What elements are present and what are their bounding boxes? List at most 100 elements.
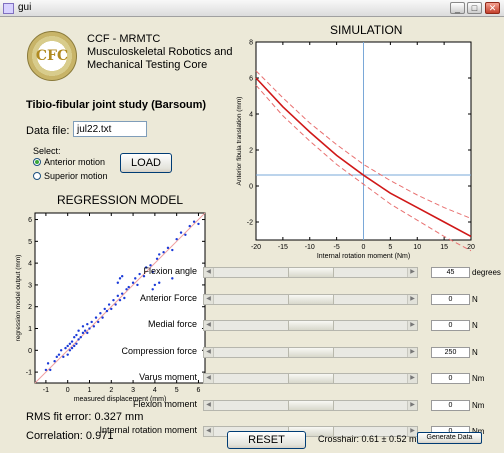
app-icon: [3, 3, 14, 14]
slider-thumb[interactable]: [287, 268, 334, 277]
parameter-slider[interactable]: ◀ ▶: [203, 373, 418, 384]
slider-left-arrow-icon[interactable]: ◀: [204, 321, 214, 330]
maximize-button[interactable]: □: [467, 2, 482, 14]
data-point: [171, 248, 174, 252]
data-point: [105, 309, 109, 313]
y-axis-label: Anterior fibula translation (mm): [236, 97, 243, 186]
slider-left-arrow-icon[interactable]: ◀: [204, 268, 214, 277]
data-point: [68, 349, 72, 352]
slider-thumb[interactable]: [287, 400, 334, 410]
data-point: [44, 368, 48, 372]
slider-right-arrow-icon[interactable]: ▶: [407, 400, 417, 410]
data-point: [99, 312, 102, 315]
slider-right-arrow-icon[interactable]: ▶: [407, 268, 417, 277]
data-point: [114, 303, 117, 306]
parameter-slider[interactable]: ◀ ▶: [203, 346, 418, 358]
slider-left-arrow-icon[interactable]: ◀: [204, 294, 214, 304]
slider-label: Flexion angle: [143, 266, 197, 276]
slider-thumb[interactable]: [287, 321, 334, 330]
slider-unit: N: [472, 347, 478, 357]
data-point: [70, 346, 74, 350]
parameter-slider[interactable]: ◀ ▶: [203, 293, 418, 305]
slider-value-input[interactable]: 0: [431, 373, 470, 384]
parameter-slider[interactable]: ◀ ▶: [203, 399, 418, 411]
slider-value-input[interactable]: 0: [431, 320, 470, 331]
x-tick-label: 20: [467, 244, 475, 251]
data-point: [49, 368, 52, 372]
y-tick-label: -2: [247, 220, 253, 227]
data-point: [136, 283, 139, 287]
data-point: [77, 329, 80, 332]
slider-value-input[interactable]: 0: [431, 293, 470, 305]
slider-left-arrow-icon[interactable]: ◀: [204, 347, 214, 357]
reset-button[interactable]: RESET: [227, 431, 306, 449]
org-name: CCF - MRMTC Musculoskeletal Robotics and…: [87, 33, 233, 72]
x-tick-label: 3: [131, 387, 135, 394]
radio-unselected-icon[interactable]: [33, 172, 41, 180]
data-point: [73, 344, 76, 348]
radio-label: Superior motion: [44, 171, 108, 181]
slider-label: Flexion moment: [132, 398, 197, 409]
data-point: [83, 329, 87, 332]
slider-thumb[interactable]: [287, 294, 334, 304]
parameter-slider[interactable]: ◀ ▶: [203, 320, 418, 331]
slider-value-input[interactable]: 0: [431, 399, 470, 411]
slider-label: Internal rotation moment: [99, 425, 197, 435]
data-point: [158, 253, 161, 256]
org-logo: CFC: [27, 31, 77, 81]
y-tick-label: 1: [28, 326, 32, 333]
slider-left-arrow-icon[interactable]: ◀: [204, 374, 214, 383]
y-tick-label: -1: [26, 370, 32, 377]
load-button[interactable]: LOAD: [120, 153, 172, 173]
y-tick-label: 5: [28, 239, 32, 246]
data-point: [158, 281, 161, 284]
slider-right-arrow-icon[interactable]: ▶: [407, 321, 417, 330]
y-tick-label: 4: [28, 261, 32, 268]
data-point: [188, 224, 191, 228]
data-point: [79, 336, 82, 339]
slider-right-arrow-icon[interactable]: ▶: [407, 374, 417, 383]
data-file-input[interactable]: jul22.txt: [73, 121, 147, 137]
x-tick-label: -15: [278, 244, 288, 251]
title-bar: gui _ □ ✕: [0, 0, 504, 17]
y-tick-label: 0: [28, 348, 32, 355]
data-point: [116, 281, 120, 284]
data-point: [171, 277, 174, 280]
radio-anterior-motion[interactable]: Anterior motion: [33, 157, 105, 167]
minimize-button[interactable]: _: [450, 2, 465, 14]
slider-label: Compression force: [121, 345, 197, 356]
radio-superior-motion[interactable]: Superior motion: [33, 171, 108, 181]
slider-thumb[interactable]: [287, 374, 334, 383]
radio-selected-icon[interactable]: [33, 158, 41, 166]
x-tick-label: -1: [43, 387, 49, 394]
data-point: [110, 307, 113, 311]
slider-left-arrow-icon[interactable]: ◀: [204, 427, 214, 436]
x-tick-label: 10: [413, 244, 421, 251]
data-point: [179, 231, 183, 234]
y-tick-label: 0: [249, 184, 253, 191]
window-title: gui: [18, 2, 32, 13]
slider-thumb[interactable]: [287, 347, 334, 357]
close-button[interactable]: ✕: [485, 2, 500, 14]
data-point: [134, 277, 137, 280]
slider-right-arrow-icon[interactable]: ▶: [407, 347, 417, 357]
slider-value-input[interactable]: 250: [431, 346, 470, 358]
slider-right-arrow-icon[interactable]: ▶: [407, 294, 417, 304]
logo-text: CFC: [35, 48, 69, 64]
slider-left-arrow-icon[interactable]: ◀: [204, 400, 214, 410]
data-point: [75, 333, 78, 337]
data-point: [70, 340, 74, 343]
generate-data-button[interactable]: Generate Data: [417, 432, 482, 444]
data-point: [162, 251, 165, 254]
slider-unit: Nm: [472, 400, 485, 410]
org-line-1: CCF - MRMTC: [87, 33, 161, 45]
y-tick-label: 4: [249, 112, 253, 119]
x-tick-label: 6: [197, 387, 201, 394]
y-axis-label: regression model output (mm): [15, 255, 22, 342]
data-point: [81, 331, 85, 335]
select-label: Select:: [33, 146, 61, 156]
parameter-slider[interactable]: ◀ ▶: [203, 267, 418, 278]
x-tick-label: 5: [388, 244, 392, 251]
slider-value-input[interactable]: 45: [431, 267, 470, 278]
x-tick-label: 5: [175, 387, 179, 394]
